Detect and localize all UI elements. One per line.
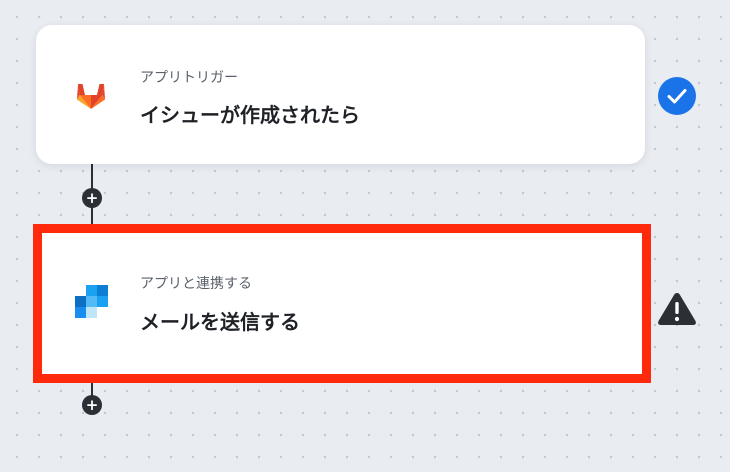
action-step-card[interactable]: アプリと連携する メールを送信する [33,224,651,383]
action-type-label: アプリと連携する [140,276,252,292]
action-title: メールを送信する [140,310,300,334]
gitlab-icon [77,84,105,109]
trigger-title: イシューが作成されたら [140,103,360,127]
trigger-type-label: アプリトリガー [140,70,238,86]
warning-triangle-icon [658,293,696,325]
add-step-button[interactable]: + [82,188,102,208]
add-step-button[interactable]: + [82,395,102,415]
check-circle-icon [658,77,696,115]
trigger-step-card[interactable]: アプリトリガー イシューが作成されたら [36,25,645,164]
mail-app-icon [75,285,108,318]
